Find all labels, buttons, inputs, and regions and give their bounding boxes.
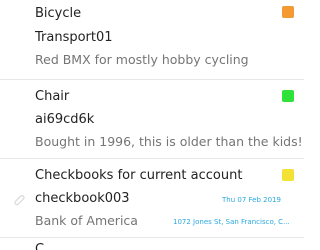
item-title: Chair [35, 89, 70, 104]
list-item-bicycle[interactable]: Bicycle Transport01 Red BMX for mostly h… [0, 0, 304, 80]
item-description: Red BMX for mostly hobby cycling [35, 52, 249, 67]
item-title: Bicycle [35, 6, 82, 21]
list-item-chair[interactable]: Chair ai69cd6k Bought in 1996, this is o… [0, 80, 304, 159]
color-tag [282, 90, 294, 102]
item-title: C... [35, 242, 57, 250]
item-description: Bank of America [35, 213, 138, 228]
item-code: checkbook003 [35, 191, 130, 206]
item-code: Transport01 [35, 30, 113, 45]
item-date: Thu 07 Feb 2019 [222, 196, 281, 204]
paperclip-icon [13, 191, 25, 210]
list-item-partial[interactable]: C... [0, 238, 304, 250]
item-description: Bought in 1996, this is older than the k… [35, 134, 303, 149]
color-tag [282, 169, 294, 181]
list-item-checkbooks[interactable]: Checkbooks for current account checkbook… [0, 159, 304, 238]
item-address: 1072 Jones St, San Francisco, C... [173, 218, 290, 226]
item-code: ai69cd6k [35, 112, 95, 127]
item-title: Checkbooks for current account [35, 168, 243, 183]
color-tag [282, 6, 294, 18]
item-list: Bicycle Transport01 Red BMX for mostly h… [0, 0, 304, 250]
